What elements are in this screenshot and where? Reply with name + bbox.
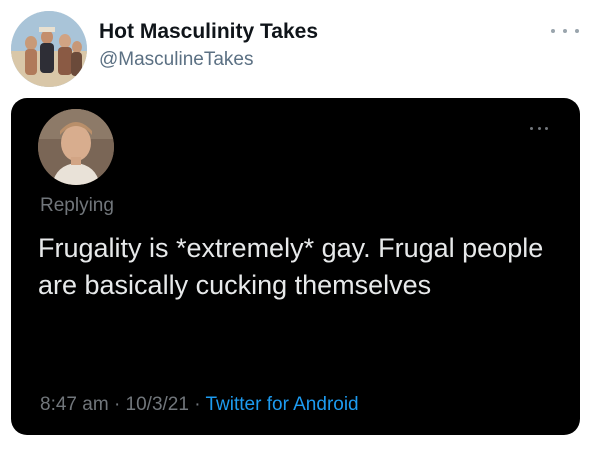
more-horizontal-icon[interactable] (530, 124, 548, 132)
account-name[interactable]: Hot Masculinity Takes (99, 20, 318, 44)
tweet-meta: 8:47 am · 10/3/21 · Twitter for Android (40, 394, 359, 416)
tweet-time[interactable]: 8:47 am (40, 394, 109, 415)
tweet-date[interactable]: 10/3/21 (126, 394, 189, 415)
meta-separator: · (194, 394, 201, 415)
tweet-text: Frugality is *extremely* gay. Frugal peo… (38, 233, 544, 300)
replying-label: Replying (40, 195, 114, 216)
account-handle[interactable]: @MasculineTakes (99, 49, 253, 71)
meta-separator: · (113, 394, 121, 415)
group-photo-image (11, 11, 87, 87)
more-horizontal-icon[interactable] (551, 22, 579, 40)
account-header: Hot Masculinity Takes @MasculineTakes (0, 0, 599, 92)
author-photo-image (38, 109, 114, 185)
embedded-tweet-screenshot: Replying Frugality is *extremely* gay. F… (11, 98, 580, 435)
profile-avatar[interactable] (11, 11, 87, 87)
tweet-source-link[interactable]: Twitter for Android (206, 394, 359, 415)
tweet-author-avatar (38, 109, 114, 185)
